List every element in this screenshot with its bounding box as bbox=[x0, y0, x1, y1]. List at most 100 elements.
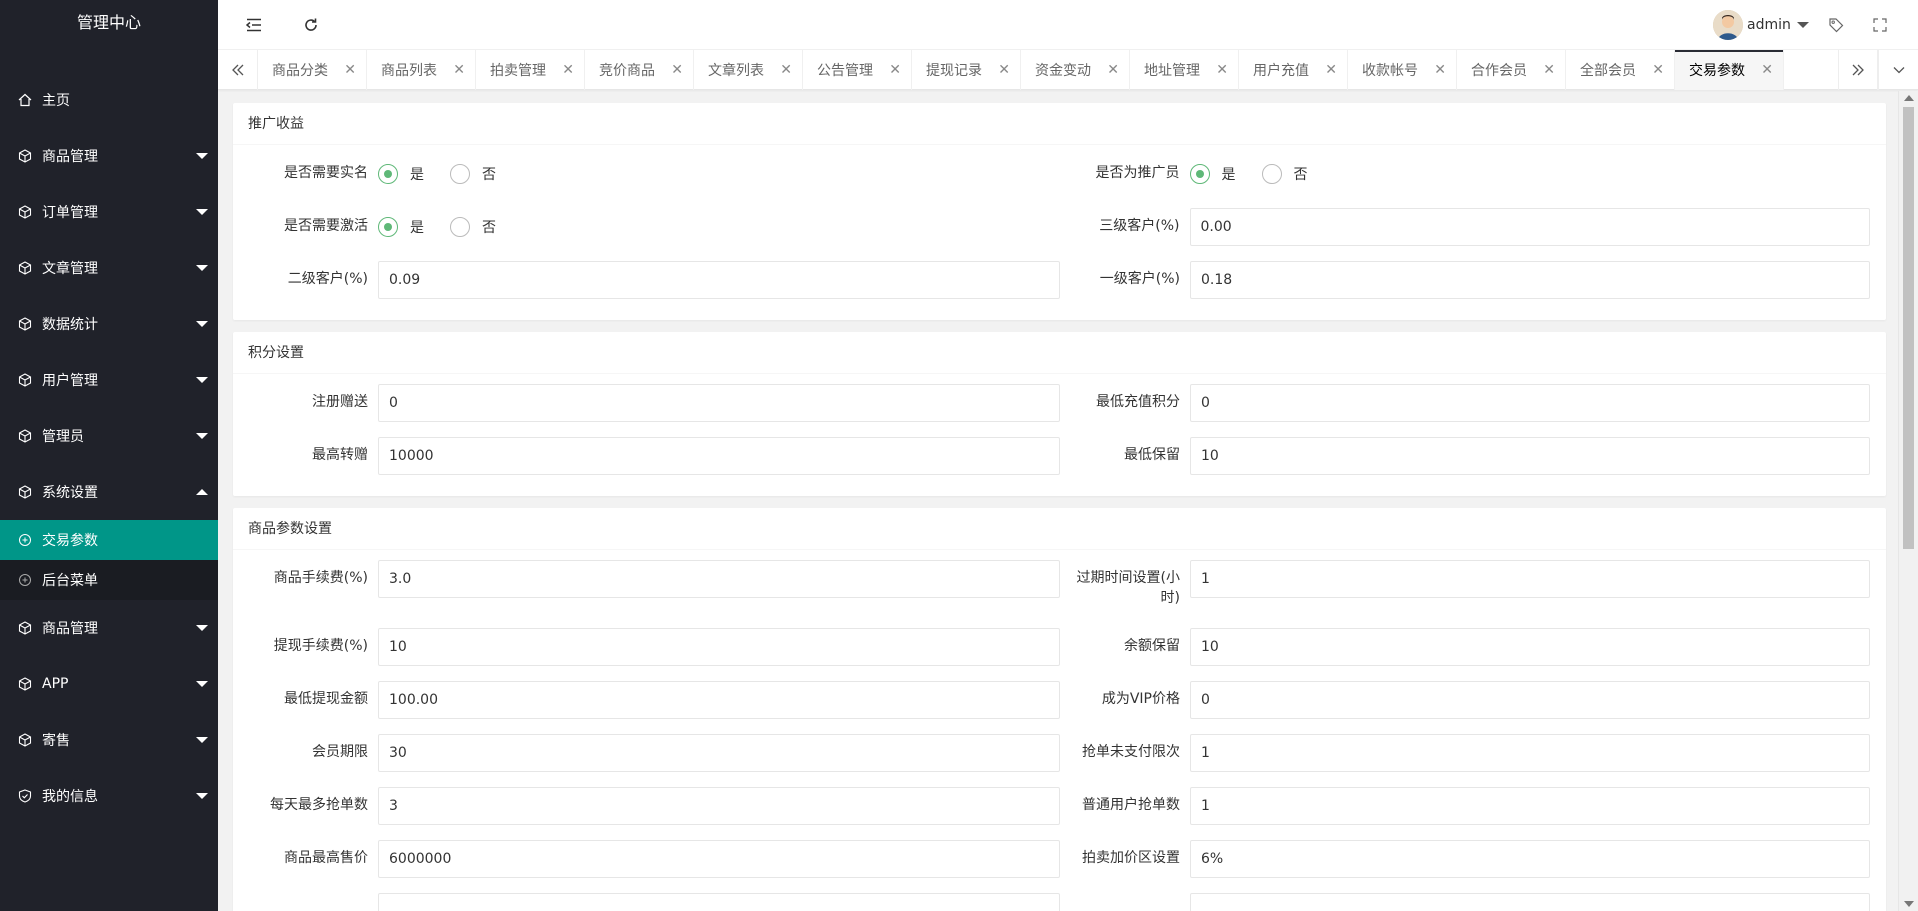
vertical-scrollbar[interactable] bbox=[1898, 91, 1918, 911]
tag-icon[interactable] bbox=[1825, 14, 1847, 36]
tab-5[interactable]: 公告管理 ✕ bbox=[803, 50, 912, 90]
collapse-menu-icon[interactable] bbox=[243, 14, 265, 36]
daily-max-input[interactable]: 3 bbox=[378, 787, 1060, 825]
field-label: 余额保留 bbox=[1124, 638, 1180, 654]
sidebar-item-consign[interactable]: 寄售 bbox=[0, 712, 218, 768]
close-icon[interactable]: ✕ bbox=[1216, 62, 1228, 78]
close-icon[interactable]: ✕ bbox=[780, 62, 792, 78]
min-keep-input[interactable]: 10 bbox=[1190, 437, 1870, 475]
tab-4[interactable]: 文章列表 ✕ bbox=[694, 50, 803, 90]
register-gift-input[interactable]: 0 bbox=[378, 384, 1060, 422]
tabs-menu-chevron-down-icon[interactable] bbox=[1878, 50, 1918, 90]
tab-3[interactable]: 竞价商品 ✕ bbox=[585, 50, 694, 90]
sidebar-subitem-backend-menu[interactable]: 后台菜单 bbox=[0, 560, 218, 600]
scroll-up-icon[interactable] bbox=[1904, 95, 1914, 101]
unpaid-limit-input[interactable]: 1 bbox=[1190, 734, 1870, 772]
close-icon[interactable]: ✕ bbox=[889, 62, 901, 78]
field-label: 二级客户(%) bbox=[287, 271, 368, 287]
tab-1[interactable]: 商品列表 ✕ bbox=[367, 50, 476, 90]
auction-markup-input[interactable]: 6% bbox=[1190, 840, 1870, 878]
tab-10[interactable]: 收款帐号 ✕ bbox=[1348, 50, 1457, 90]
tab-0[interactable]: 商品分类 ✕ bbox=[258, 50, 367, 90]
tab-2[interactable]: 拍卖管理 ✕ bbox=[476, 50, 585, 90]
sidebar-item-stats[interactable]: 数据统计 bbox=[0, 296, 218, 352]
partial-input[interactable] bbox=[378, 893, 1060, 911]
vip-price-input[interactable]: 0 bbox=[1190, 681, 1870, 719]
max-price-input[interactable]: 6000000 bbox=[378, 840, 1060, 878]
close-icon[interactable]: ✕ bbox=[1543, 62, 1555, 78]
shield-check-icon bbox=[18, 789, 32, 803]
close-icon[interactable]: ✕ bbox=[1434, 62, 1446, 78]
sidebar-item-label: 管理员 bbox=[42, 429, 84, 445]
radio-label: 否 bbox=[482, 220, 496, 236]
normal-grab-input[interactable]: 1 bbox=[1190, 787, 1870, 825]
close-icon[interactable]: ✕ bbox=[344, 62, 356, 78]
sidebar-item-my-info[interactable]: 我的信息 bbox=[0, 768, 218, 824]
sidebar-item-users[interactable]: 用户管理 bbox=[0, 352, 218, 408]
need-realname-yes-radio[interactable]: 是 bbox=[378, 164, 424, 184]
refresh-icon[interactable] bbox=[300, 14, 322, 36]
level2-input[interactable]: 0.09 bbox=[378, 261, 1060, 299]
tab-label: 公告管理 bbox=[817, 63, 873, 79]
goods-fee-input[interactable]: 3.0 bbox=[378, 560, 1060, 598]
close-icon[interactable]: ✕ bbox=[998, 62, 1010, 78]
close-icon[interactable]: ✕ bbox=[453, 62, 465, 78]
withdraw-fee-input[interactable]: 10 bbox=[378, 628, 1060, 666]
tabs-scroll-left-icon[interactable] bbox=[218, 50, 258, 90]
need-activate-yes-radio[interactable]: 是 bbox=[378, 217, 424, 237]
scrollbar-thumb[interactable] bbox=[1903, 107, 1914, 549]
close-icon[interactable]: ✕ bbox=[1107, 62, 1119, 78]
max-transfer-field: 最高转赠 10000 bbox=[248, 437, 1060, 475]
max-transfer-input[interactable]: 10000 bbox=[378, 437, 1060, 475]
level3-input[interactable]: 0.00 bbox=[1189, 208, 1870, 246]
need-activate-no-radio[interactable]: 否 bbox=[450, 217, 496, 237]
tab-8[interactable]: 地址管理 ✕ bbox=[1130, 50, 1239, 90]
tab-9[interactable]: 用户充值 ✕ bbox=[1239, 50, 1348, 90]
min-recharge-points-input[interactable]: 0 bbox=[1190, 384, 1870, 422]
tab-7[interactable]: 资金变动 ✕ bbox=[1021, 50, 1130, 90]
sidebar-item-admins[interactable]: 管理员 bbox=[0, 408, 218, 464]
goods-fee-field: 商品手续费(%) 3.0 bbox=[248, 560, 1060, 608]
sidebar-item-label: 交易参数 bbox=[42, 533, 98, 549]
balance-keep-input[interactable]: 10 bbox=[1190, 628, 1870, 666]
scroll-down-icon[interactable] bbox=[1904, 901, 1914, 907]
partial-field bbox=[248, 893, 1060, 911]
daily-max-field: 每天最多抢单数 3 bbox=[248, 787, 1060, 825]
sidebar-item-label: 我的信息 bbox=[42, 789, 98, 805]
sidebar-subitem-trade-params[interactable]: 交易参数 bbox=[0, 520, 218, 560]
min-withdraw-input[interactable]: 100.00 bbox=[378, 681, 1060, 719]
fullscreen-icon[interactable] bbox=[1869, 14, 1891, 36]
is-promoter-yes-radio[interactable]: 是 bbox=[1189, 164, 1236, 184]
min-withdraw-field: 最低提现金额 100.00 bbox=[248, 681, 1060, 719]
tab-11[interactable]: 合作会员 ✕ bbox=[1457, 50, 1566, 90]
close-icon[interactable]: ✕ bbox=[1761, 62, 1773, 78]
tab-13[interactable]: 交易参数 ✕ bbox=[1675, 50, 1784, 90]
tab-12[interactable]: 全部会员 ✕ bbox=[1566, 50, 1675, 90]
need-realname-no-radio[interactable]: 否 bbox=[450, 164, 496, 184]
sidebar-item-label: 文章管理 bbox=[42, 261, 98, 277]
close-icon[interactable]: ✕ bbox=[1652, 62, 1664, 78]
sidebar-item-goods-2[interactable]: 商品管理 bbox=[0, 600, 218, 656]
min-recharge-points-field: 最低充值积分 0 bbox=[1060, 384, 1871, 422]
sidebar-item-articles[interactable]: 文章管理 bbox=[0, 240, 218, 296]
sidebar-item-app[interactable]: APP bbox=[0, 656, 218, 712]
sidebar-item-orders[interactable]: 订单管理 bbox=[0, 184, 218, 240]
member-period-input[interactable]: 30 bbox=[378, 734, 1060, 772]
is-promoter-no-radio[interactable]: 否 bbox=[1261, 164, 1308, 184]
close-icon[interactable]: ✕ bbox=[671, 62, 683, 78]
close-icon[interactable]: ✕ bbox=[1325, 62, 1337, 78]
cube-icon bbox=[18, 621, 32, 635]
user-menu[interactable]: admin bbox=[1713, 10, 1809, 40]
close-icon[interactable]: ✕ bbox=[562, 62, 574, 78]
partial-input[interactable] bbox=[1190, 893, 1870, 911]
sidebar-item-system[interactable]: 系统设置 bbox=[0, 464, 218, 520]
top-header: admin bbox=[218, 0, 1918, 50]
sidebar-item-home[interactable]: 主页 bbox=[0, 72, 218, 128]
expire-time-input[interactable]: 1 bbox=[1190, 560, 1870, 598]
normal-grab-field: 普通用户抢单数 1 bbox=[1060, 787, 1871, 825]
tab-6[interactable]: 提现记录 ✕ bbox=[912, 50, 1021, 90]
tabs-scroll-right-icon[interactable] bbox=[1838, 50, 1878, 90]
sidebar-item-goods[interactable]: 商品管理 bbox=[0, 128, 218, 184]
chevron-down-icon bbox=[196, 433, 208, 439]
level1-input[interactable]: 0.18 bbox=[1190, 261, 1870, 299]
